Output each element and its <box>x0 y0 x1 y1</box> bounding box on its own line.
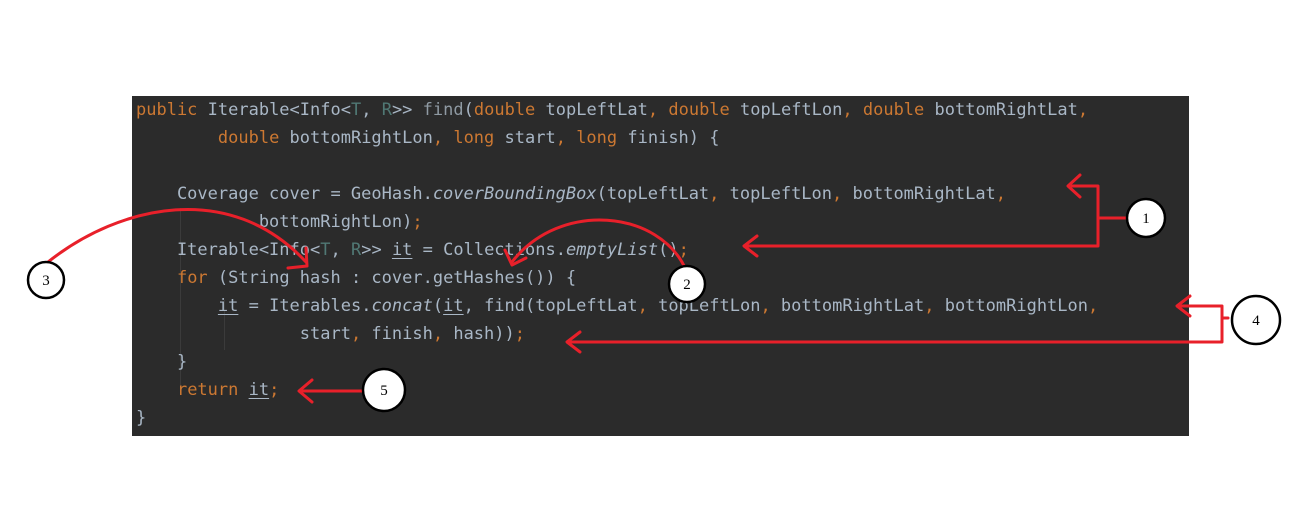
callout-5: 5 <box>361 367 407 413</box>
callout-2-curve <box>510 218 688 272</box>
callout-1: 1 <box>1125 197 1167 239</box>
callout-4-connector-lower <box>566 316 1224 344</box>
callout-1-connector-lower <box>743 216 1100 248</box>
callout-3: 3 <box>26 260 66 300</box>
callout-1-connector <box>1070 184 1130 220</box>
callout-2: 2 <box>667 264 707 304</box>
callout-4-label: 4 <box>1252 313 1260 329</box>
annotation-overlay: 1 2 3 4 5 <box>26 173 1282 413</box>
callout-4: 4 <box>1230 294 1282 346</box>
callout-markers: 1 2 3 4 5 <box>26 197 1282 413</box>
callout-5-label: 5 <box>380 383 388 399</box>
callout-3-label: 3 <box>42 273 50 289</box>
callout-2-label: 2 <box>683 277 691 293</box>
callout-1-label: 1 <box>1142 211 1150 227</box>
callout-3-curve <box>46 207 308 264</box>
